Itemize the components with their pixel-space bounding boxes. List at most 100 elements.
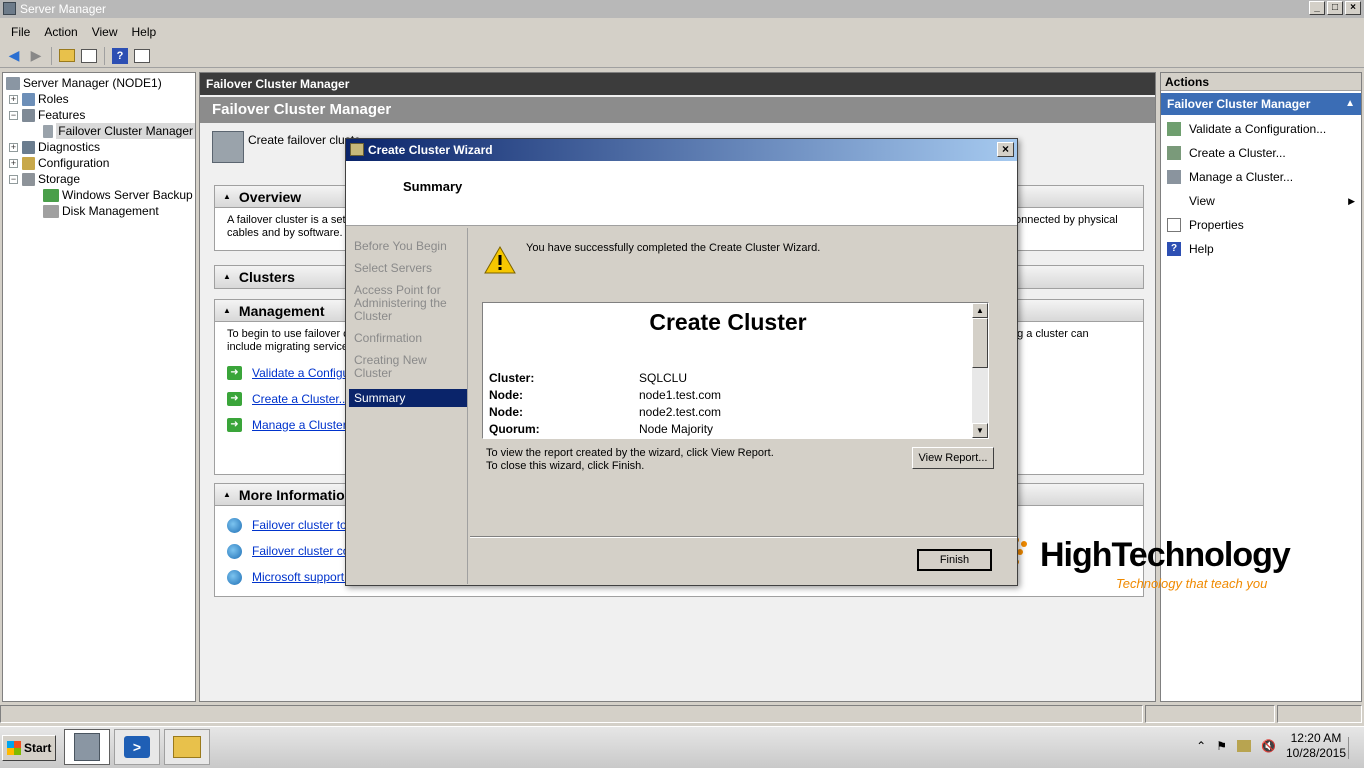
collapse-icon[interactable]: − bbox=[9, 174, 18, 184]
menu-help[interactable]: Help bbox=[125, 22, 164, 42]
step-creating-new-cluster: Creating New Cluster bbox=[354, 353, 427, 380]
dialog-close-button[interactable]: × bbox=[997, 142, 1014, 157]
create-cluster-wizard-dialog: Create Cluster Wizard × Summary Before Y… bbox=[345, 138, 1018, 586]
warning-icon bbox=[484, 246, 516, 274]
failover-cluster-community-link[interactable]: Failover cluster com bbox=[252, 544, 359, 558]
finish-button[interactable]: Finish bbox=[917, 549, 992, 571]
taskbar-server-manager[interactable] bbox=[64, 729, 110, 765]
taskbar-powershell[interactable]: > bbox=[114, 729, 160, 765]
help-toolbar-button[interactable]: ? bbox=[110, 46, 130, 66]
step-select-servers: Select Servers bbox=[354, 261, 433, 275]
network-icon[interactable] bbox=[1236, 740, 1251, 752]
start-button[interactable]: Start bbox=[2, 735, 56, 761]
show-hide-tree-button[interactable] bbox=[79, 46, 99, 66]
step-confirmation: Confirmation bbox=[354, 331, 423, 345]
console-tree: Server Manager (NODE1) + Roles − Feature… bbox=[2, 72, 196, 702]
show-action-pane-button[interactable] bbox=[132, 46, 152, 66]
console-tree-icon bbox=[81, 48, 97, 63]
window-title-bar[interactable]: Server Manager _ □ × bbox=[0, 0, 1364, 18]
globe-icon bbox=[227, 543, 242, 559]
expand-icon[interactable]: + bbox=[9, 158, 18, 168]
expand-icon[interactable]: + bbox=[9, 142, 18, 152]
wizard-steps: Before You Begin Select Servers Access P… bbox=[349, 228, 468, 584]
menu-action[interactable]: Action bbox=[37, 22, 84, 42]
collapse-caret-icon: ▲ bbox=[223, 272, 231, 281]
status-cell bbox=[0, 705, 1143, 723]
powershell-icon: > bbox=[124, 736, 150, 758]
forward-button[interactable]: ▶ bbox=[26, 46, 46, 66]
action-create-cluster[interactable]: Create a Cluster... bbox=[1161, 141, 1361, 165]
action-help[interactable]: ? Help bbox=[1161, 237, 1361, 261]
action-properties[interactable]: Properties bbox=[1161, 213, 1361, 237]
server-manager-icon bbox=[3, 2, 16, 15]
toolbar: ◀ ▶ ? bbox=[0, 44, 1364, 68]
step-access-point: Access Point for Administering the Clust… bbox=[354, 283, 447, 323]
close-button[interactable]: × bbox=[1345, 1, 1361, 15]
tree-node-windows-server-backup[interactable]: Windows Server Backup bbox=[3, 187, 195, 203]
status-cell bbox=[1277, 705, 1362, 723]
collapse-caret-icon: ▲ bbox=[223, 191, 231, 201]
globe-icon bbox=[227, 517, 242, 533]
action-manage-cluster[interactable]: Manage a Cluster... bbox=[1161, 165, 1361, 189]
back-arrow-icon: ◀ bbox=[8, 47, 20, 63]
server-manager-icon bbox=[74, 733, 100, 761]
action-validate-configuration[interactable]: Validate a Configuration... bbox=[1161, 117, 1361, 141]
scroll-thumb[interactable] bbox=[972, 318, 988, 368]
status-bar bbox=[0, 705, 1364, 725]
dialog-title-bar[interactable]: Create Cluster Wizard × bbox=[346, 139, 1017, 161]
tree-node-storage[interactable]: − Storage bbox=[3, 171, 195, 187]
menu-file[interactable]: File bbox=[4, 22, 37, 42]
collapse-caret-icon: ▲ bbox=[223, 489, 231, 499]
server-manager-screen: Server Manager _ □ × File Action View He… bbox=[0, 0, 1364, 768]
tree-node-roles[interactable]: + Roles bbox=[3, 91, 195, 107]
back-button[interactable]: ◀ bbox=[4, 46, 24, 66]
properties-icon bbox=[1167, 218, 1181, 232]
show-desktop-button[interactable] bbox=[1348, 737, 1364, 759]
maximize-button[interactable]: □ bbox=[1327, 1, 1343, 15]
minimize-button[interactable]: _ bbox=[1309, 1, 1325, 15]
validate-configuration-link[interactable]: Validate a Configura bbox=[252, 366, 360, 380]
up-one-level-button[interactable] bbox=[57, 46, 77, 66]
watermark-tagline: Technology that teach you bbox=[1116, 576, 1268, 591]
report-scrollbar[interactable]: ▲ ▼ bbox=[972, 303, 988, 438]
watermark-name: HighTechnology bbox=[1040, 536, 1291, 574]
report-row: Node: node2.test.com bbox=[489, 405, 722, 419]
report-row: Quorum: Node Majority bbox=[489, 422, 714, 436]
show-hidden-icons-icon[interactable]: ⌃ bbox=[1196, 739, 1206, 753]
tree-node-configuration[interactable]: + Configuration bbox=[3, 155, 195, 171]
backup-icon bbox=[43, 188, 59, 202]
scroll-down-icon[interactable]: ▼ bbox=[972, 423, 988, 438]
manage-cluster-link[interactable]: Manage a Cluster... bbox=[252, 418, 356, 432]
watermark-logo: HighTechnology Technology that teach you bbox=[1002, 532, 1292, 596]
manage-cluster-icon bbox=[1167, 170, 1181, 184]
diagnostics-icon bbox=[22, 140, 35, 154]
tree-node-server-manager[interactable]: Server Manager (NODE1) bbox=[3, 75, 195, 91]
help-icon: ? bbox=[1167, 242, 1181, 256]
menu-bar: File Action View Help bbox=[0, 22, 1364, 42]
tree-node-failover-cluster-manager[interactable]: Failover Cluster Manager bbox=[3, 123, 195, 139]
clock[interactable]: 12:20 AM 10/28/2015 bbox=[1286, 731, 1346, 761]
action-view[interactable]: View ▶ bbox=[1161, 189, 1361, 213]
actions-subheader[interactable]: Failover Cluster Manager ▲ bbox=[1161, 93, 1361, 115]
create-cluster-link[interactable]: Create a Cluster... bbox=[252, 392, 349, 406]
collapse-icon[interactable]: − bbox=[9, 110, 18, 120]
tree-node-disk-management[interactable]: Disk Management bbox=[3, 203, 195, 219]
scroll-up-icon[interactable]: ▲ bbox=[972, 303, 988, 318]
view-report-button[interactable]: View Report... bbox=[912, 447, 994, 469]
volume-muted-icon[interactable]: 🔇 bbox=[1261, 739, 1276, 753]
globe-icon bbox=[227, 569, 242, 585]
tree-node-diagnostics[interactable]: + Diagnostics bbox=[3, 139, 195, 155]
system-tray: ⌃ ⚑ 🔇 12:20 AM 10/28/2015 bbox=[1196, 731, 1346, 761]
action-center-flag-icon[interactable]: ⚑ bbox=[1216, 739, 1227, 753]
disk-icon bbox=[43, 204, 59, 218]
menu-view[interactable]: View bbox=[85, 22, 125, 42]
collapse-up-icon[interactable]: ▲ bbox=[1345, 93, 1355, 115]
step-before-you-begin: Before You Begin bbox=[354, 239, 447, 253]
green-arrow-icon: ➜ bbox=[227, 392, 242, 406]
tree-node-features[interactable]: − Features bbox=[3, 107, 195, 123]
status-cell bbox=[1145, 705, 1275, 723]
expand-icon[interactable]: + bbox=[9, 94, 18, 104]
storage-icon bbox=[22, 172, 35, 186]
taskbar-explorer[interactable] bbox=[164, 729, 210, 765]
actions-pane: Actions Failover Cluster Manager ▲ Valida… bbox=[1160, 72, 1362, 702]
